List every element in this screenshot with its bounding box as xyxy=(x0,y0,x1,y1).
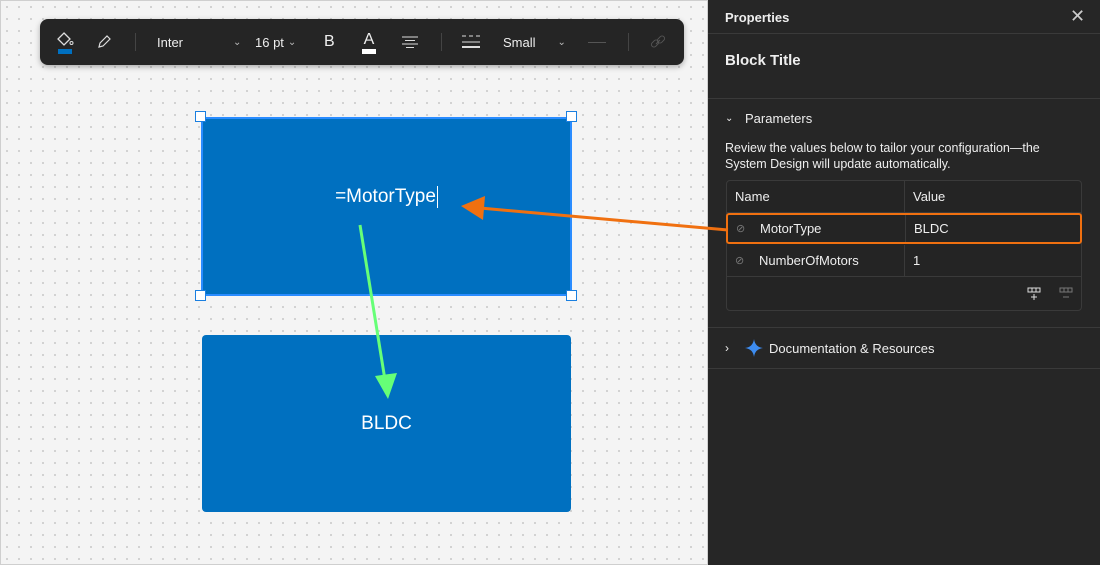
green-arrow xyxy=(358,224,387,381)
annotation-arrows xyxy=(358,196,729,399)
green-arrowhead xyxy=(375,373,397,399)
orange-arrowhead xyxy=(461,196,485,220)
orange-arrow xyxy=(479,206,729,232)
